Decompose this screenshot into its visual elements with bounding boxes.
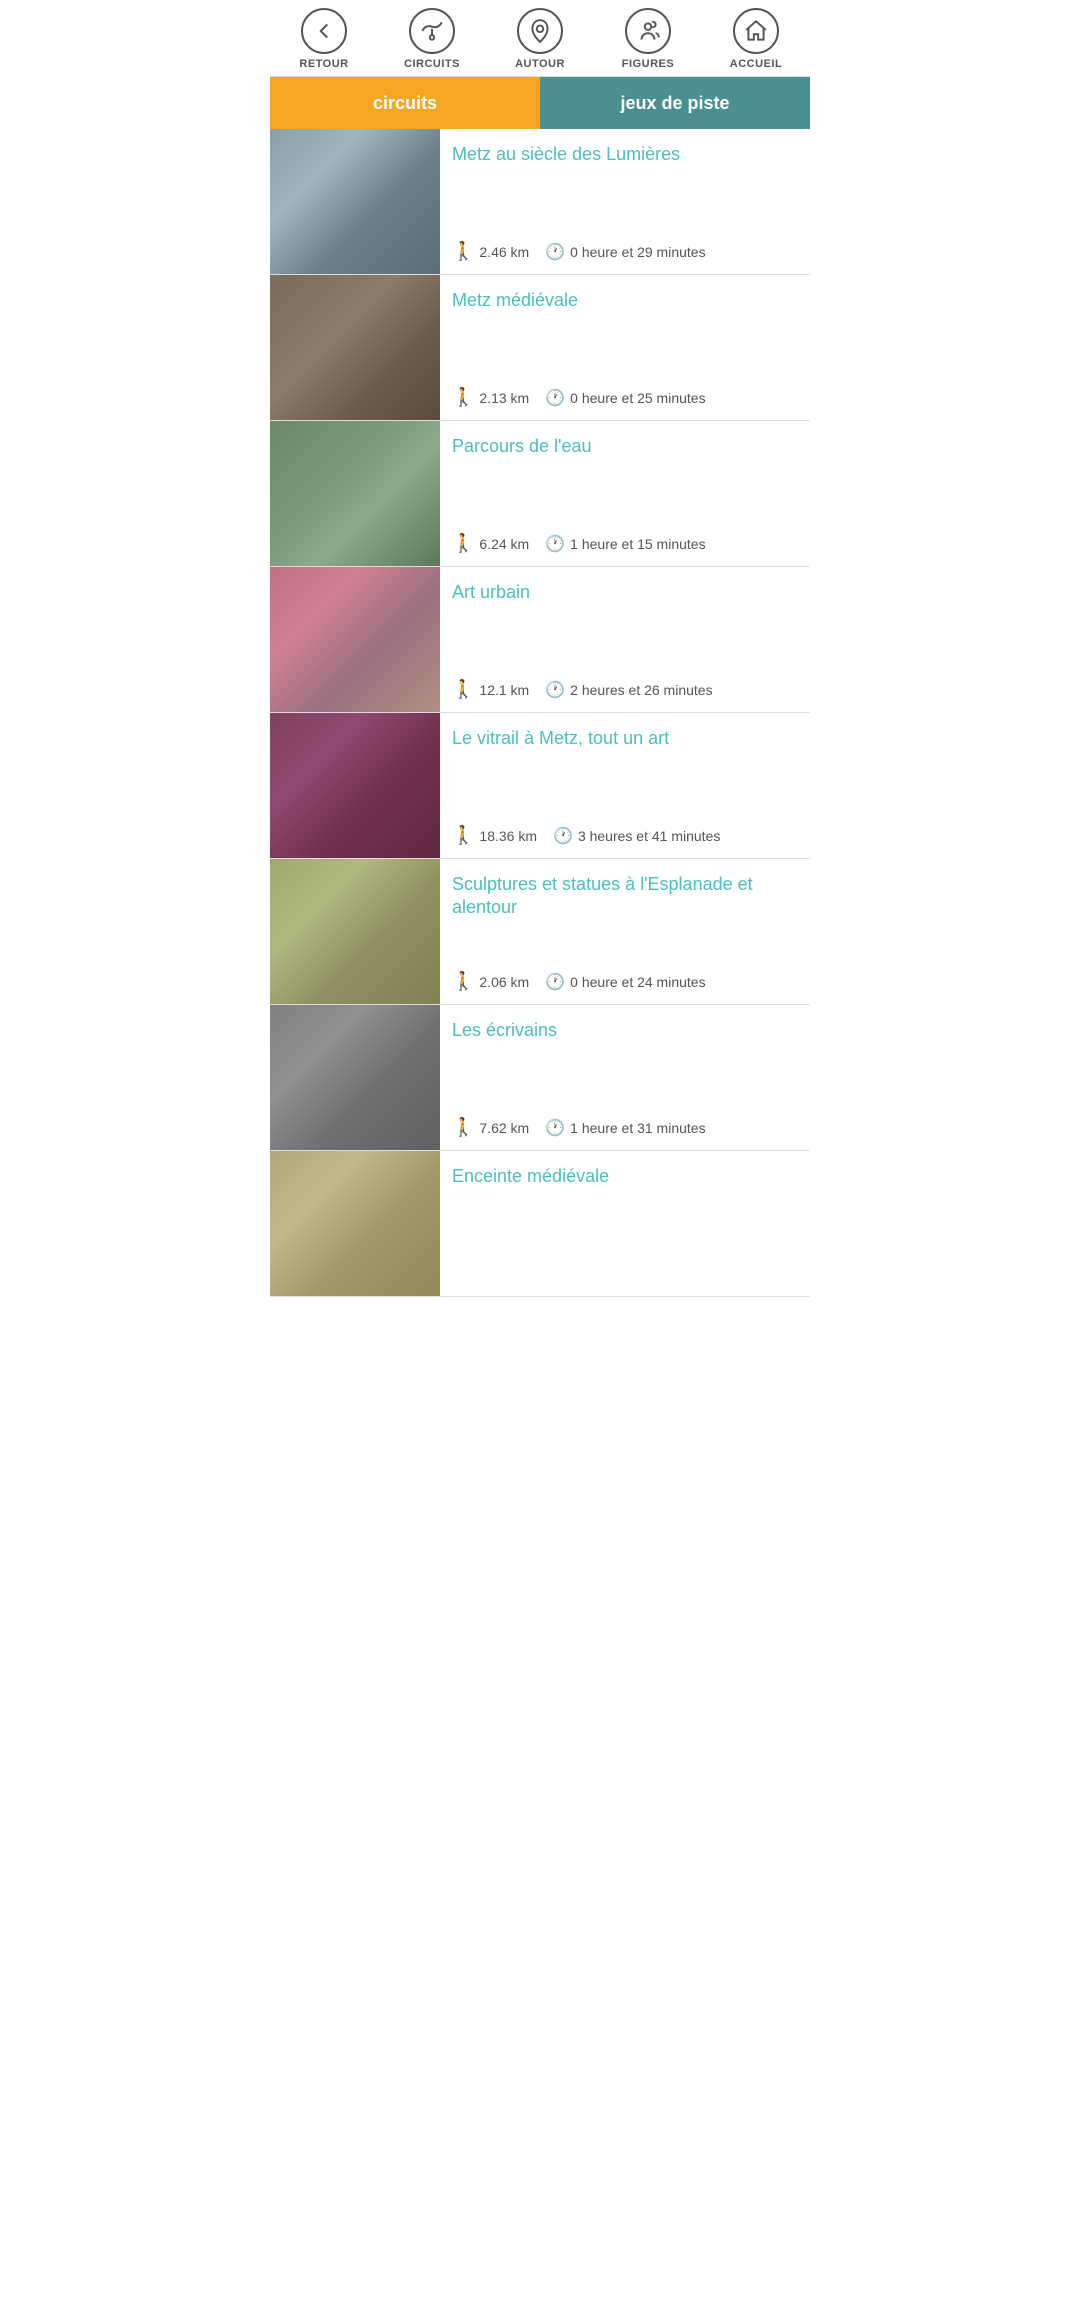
figures-icon <box>625 8 671 54</box>
circuit-meta: 🚶2.46 km 🕐0 heure et 29 minutes <box>452 241 798 262</box>
walk-icon: 🚶 <box>452 825 474 846</box>
circuit-title: Metz au siècle des Lumières <box>452 143 798 166</box>
nav-figures-label: FIGURES <box>622 58 674 70</box>
circuit-title: Parcours de l'eau <box>452 435 798 458</box>
walk-icon: 🚶 <box>452 971 474 992</box>
header-nav: RETOUR CIRCUITS AUTOUR FIGURES ACCUEIL <box>270 0 810 77</box>
circuits-icon <box>409 8 455 54</box>
nav-circuits-label: CIRCUITS <box>404 58 460 70</box>
circuit-duration: 🕐0 heure et 25 minutes <box>545 388 705 408</box>
circuit-item[interactable]: Les écrivains 🚶7.62 km 🕐1 heure et 31 minu… <box>270 1005 810 1151</box>
clock-icon: 🕐 <box>545 388 565 408</box>
circuit-distance: 🚶18.36 km <box>452 825 537 846</box>
circuit-item[interactable]: Enceinte médiévale <box>270 1151 810 1297</box>
circuit-image <box>270 713 440 858</box>
clock-icon: 🕐 <box>545 972 565 992</box>
circuit-item[interactable]: Metz médiévale 🚶2.13 km 🕐0 heure et 25 min… <box>270 275 810 421</box>
walk-icon: 🚶 <box>452 679 474 700</box>
circuit-title: Art urbain <box>452 581 798 604</box>
circuit-image <box>270 567 440 712</box>
autour-icon <box>517 8 563 54</box>
circuit-distance: 🚶7.62 km <box>452 1117 529 1138</box>
circuit-duration: 🕐3 heures et 41 minutes <box>553 826 720 846</box>
circuit-info: Le vitrail à Metz, tout un art 🚶18.36 km 🕐… <box>440 713 810 858</box>
walk-icon: 🚶 <box>452 533 474 554</box>
tab-circuits[interactable]: circuits <box>270 77 540 129</box>
circuit-title: Metz médiévale <box>452 289 798 312</box>
circuit-image <box>270 129 440 274</box>
tabs-container: circuits jeux de piste <box>270 77 810 129</box>
back-icon <box>301 8 347 54</box>
circuit-meta: 🚶2.13 km 🕐0 heure et 25 minutes <box>452 387 798 408</box>
circuit-image <box>270 421 440 566</box>
circuit-info: Enceinte médiévale <box>440 1151 810 1296</box>
circuit-duration: 🕐1 heure et 31 minutes <box>545 1118 705 1138</box>
nav-autour-label: AUTOUR <box>515 58 565 70</box>
circuit-distance: 🚶12.1 km <box>452 679 529 700</box>
circuit-distance: 🚶6.24 km <box>452 533 529 554</box>
circuit-info: Parcours de l'eau 🚶6.24 km 🕐1 heure et 15 … <box>440 421 810 566</box>
circuit-item[interactable]: Sculptures et statues à l'Esplanade et a… <box>270 859 810 1005</box>
circuit-info: Art urbain 🚶12.1 km 🕐2 heures et 26 minute… <box>440 567 810 712</box>
circuit-info: Metz médiévale 🚶2.13 km 🕐0 heure et 25 min… <box>440 275 810 420</box>
walk-icon: 🚶 <box>452 1117 474 1138</box>
circuit-item[interactable]: Metz au siècle des Lumières 🚶2.46 km 🕐0 he… <box>270 129 810 275</box>
circuit-list: Metz au siècle des Lumières 🚶2.46 km 🕐0 he… <box>270 129 810 1297</box>
circuit-info: Metz au siècle des Lumières 🚶2.46 km 🕐0 he… <box>440 129 810 274</box>
circuit-item[interactable]: Parcours de l'eau 🚶6.24 km 🕐1 heure et 15 … <box>270 421 810 567</box>
circuit-item[interactable]: Le vitrail à Metz, tout un art 🚶18.36 km 🕐… <box>270 713 810 859</box>
nav-circuits[interactable]: CIRCUITS <box>402 8 462 70</box>
circuit-title: Enceinte médiévale <box>452 1165 798 1188</box>
circuit-duration: 🕐2 heures et 26 minutes <box>545 680 712 700</box>
home-icon <box>733 8 779 54</box>
circuit-meta: 🚶12.1 km 🕐2 heures et 26 minutes <box>452 679 798 700</box>
tab-jeux-de-piste[interactable]: jeux de piste <box>540 77 810 129</box>
nav-accueil[interactable]: ACCUEIL <box>726 8 786 70</box>
circuit-image <box>270 1005 440 1150</box>
clock-icon: 🕐 <box>545 1118 565 1138</box>
circuit-info: Sculptures et statues à l'Esplanade et a… <box>440 859 810 1004</box>
walk-icon: 🚶 <box>452 387 474 408</box>
circuit-meta: 🚶6.24 km 🕐1 heure et 15 minutes <box>452 533 798 554</box>
circuit-distance: 🚶2.13 km <box>452 387 529 408</box>
circuit-meta: 🚶18.36 km 🕐3 heures et 41 minutes <box>452 825 798 846</box>
circuit-image <box>270 859 440 1004</box>
clock-icon: 🕐 <box>545 680 565 700</box>
clock-icon: 🕐 <box>545 534 565 554</box>
nav-autour[interactable]: AUTOUR <box>510 8 570 70</box>
circuit-title: Sculptures et statues à l'Esplanade et a… <box>452 873 798 920</box>
walk-icon: 🚶 <box>452 241 474 262</box>
circuit-info: Les écrivains 🚶7.62 km 🕐1 heure et 31 minu… <box>440 1005 810 1150</box>
circuit-meta: 🚶2.06 km 🕐0 heure et 24 minutes <box>452 971 798 992</box>
clock-icon: 🕐 <box>553 826 573 846</box>
nav-retour[interactable]: RETOUR <box>294 8 354 70</box>
circuit-duration: 🕐0 heure et 24 minutes <box>545 972 705 992</box>
circuit-duration: 🕐0 heure et 29 minutes <box>545 242 705 262</box>
circuit-title: Les écrivains <box>452 1019 798 1042</box>
circuit-distance: 🚶2.46 km <box>452 241 529 262</box>
circuit-item[interactable]: Art urbain 🚶12.1 km 🕐2 heures et 26 minute… <box>270 567 810 713</box>
circuit-image <box>270 275 440 420</box>
circuit-meta: 🚶7.62 km 🕐1 heure et 31 minutes <box>452 1117 798 1138</box>
nav-retour-label: RETOUR <box>299 58 348 70</box>
circuit-duration: 🕐1 heure et 15 minutes <box>545 534 705 554</box>
circuit-image <box>270 1151 440 1296</box>
circuit-distance: 🚶2.06 km <box>452 971 529 992</box>
clock-icon: 🕐 <box>545 242 565 262</box>
circuit-title: Le vitrail à Metz, tout un art <box>452 727 798 750</box>
nav-figures[interactable]: FIGURES <box>618 8 678 70</box>
nav-accueil-label: ACCUEIL <box>730 58 782 70</box>
